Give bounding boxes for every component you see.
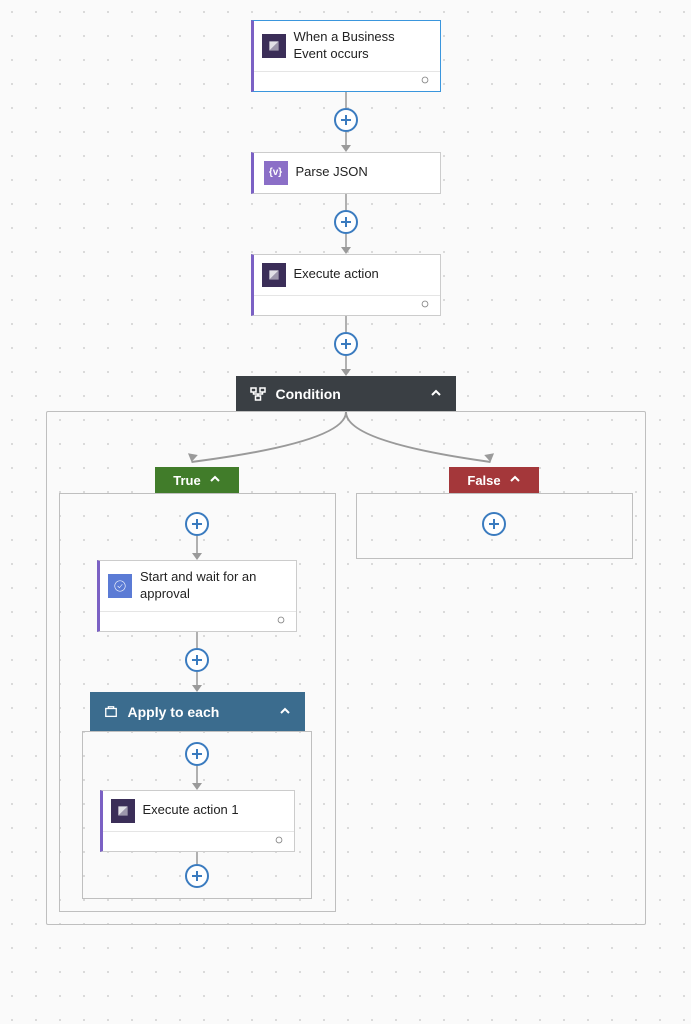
trigger-card[interactable]: When a Business Event occurs (251, 20, 441, 92)
chevron-up-icon (279, 704, 291, 720)
true-pill[interactable]: True (155, 467, 238, 494)
add-step-button[interactable] (185, 742, 209, 766)
link-icon (274, 612, 288, 630)
loop-icon (104, 705, 118, 719)
connector (0, 92, 691, 152)
apply-to-each-body: Execute action 1 (82, 731, 312, 899)
connector (70, 632, 325, 692)
parse-json-title: Parse JSON (296, 164, 368, 181)
execute-action-1-title: Execute action 1 (143, 802, 239, 819)
true-label: True (173, 473, 200, 488)
execute-action-1-card[interactable]: Execute action 1 (100, 790, 295, 852)
condition-header[interactable]: Condition (236, 376, 456, 412)
add-step-button[interactable] (185, 864, 209, 888)
dynamics-icon (262, 34, 286, 58)
connector (91, 742, 303, 790)
false-label: False (467, 473, 500, 488)
connector (70, 512, 325, 560)
link-icon (418, 72, 432, 90)
parse-json-card[interactable]: {v} Parse JSON (251, 152, 441, 194)
dynamics-icon (111, 799, 135, 823)
connector (0, 194, 691, 254)
trigger-title: When a Business Event occurs (294, 29, 430, 63)
add-step-button[interactable] (334, 332, 358, 356)
false-branch-box (356, 493, 633, 559)
connector (0, 316, 691, 376)
flow-canvas: When a Business Event occurs {v} Parse J… (0, 0, 691, 1024)
true-branch: True Start and wait for an approval (59, 412, 336, 912)
apply-to-each-title: Apply to each (128, 704, 220, 720)
execute-action-card[interactable]: Execute action (251, 254, 441, 316)
add-step-button[interactable] (482, 512, 506, 536)
false-pill[interactable]: False (449, 467, 538, 494)
approval-card[interactable]: Start and wait for an approval (97, 560, 297, 632)
chevron-up-icon (509, 473, 521, 488)
link-icon (418, 296, 432, 314)
apply-to-each-header[interactable]: Apply to each (90, 692, 305, 732)
condition-branches: True Start and wait for an approval (46, 411, 646, 925)
add-step-button[interactable] (334, 210, 358, 234)
json-icon: {v} (264, 161, 288, 185)
add-step-button[interactable] (185, 512, 209, 536)
chevron-up-icon (209, 473, 221, 488)
execute-action-title: Execute action (294, 266, 379, 283)
true-branch-box: Start and wait for an approval (59, 493, 336, 912)
link-icon (272, 832, 286, 850)
condition-icon (250, 386, 266, 402)
approval-icon (108, 574, 132, 598)
dynamics-icon (262, 263, 286, 287)
add-step-button[interactable] (334, 108, 358, 132)
connector (91, 852, 303, 888)
approval-title: Start and wait for an approval (140, 569, 286, 603)
condition-title: Condition (276, 386, 341, 402)
false-branch: False (356, 412, 633, 912)
add-step-button[interactable] (185, 648, 209, 672)
chevron-up-icon (430, 386, 442, 402)
